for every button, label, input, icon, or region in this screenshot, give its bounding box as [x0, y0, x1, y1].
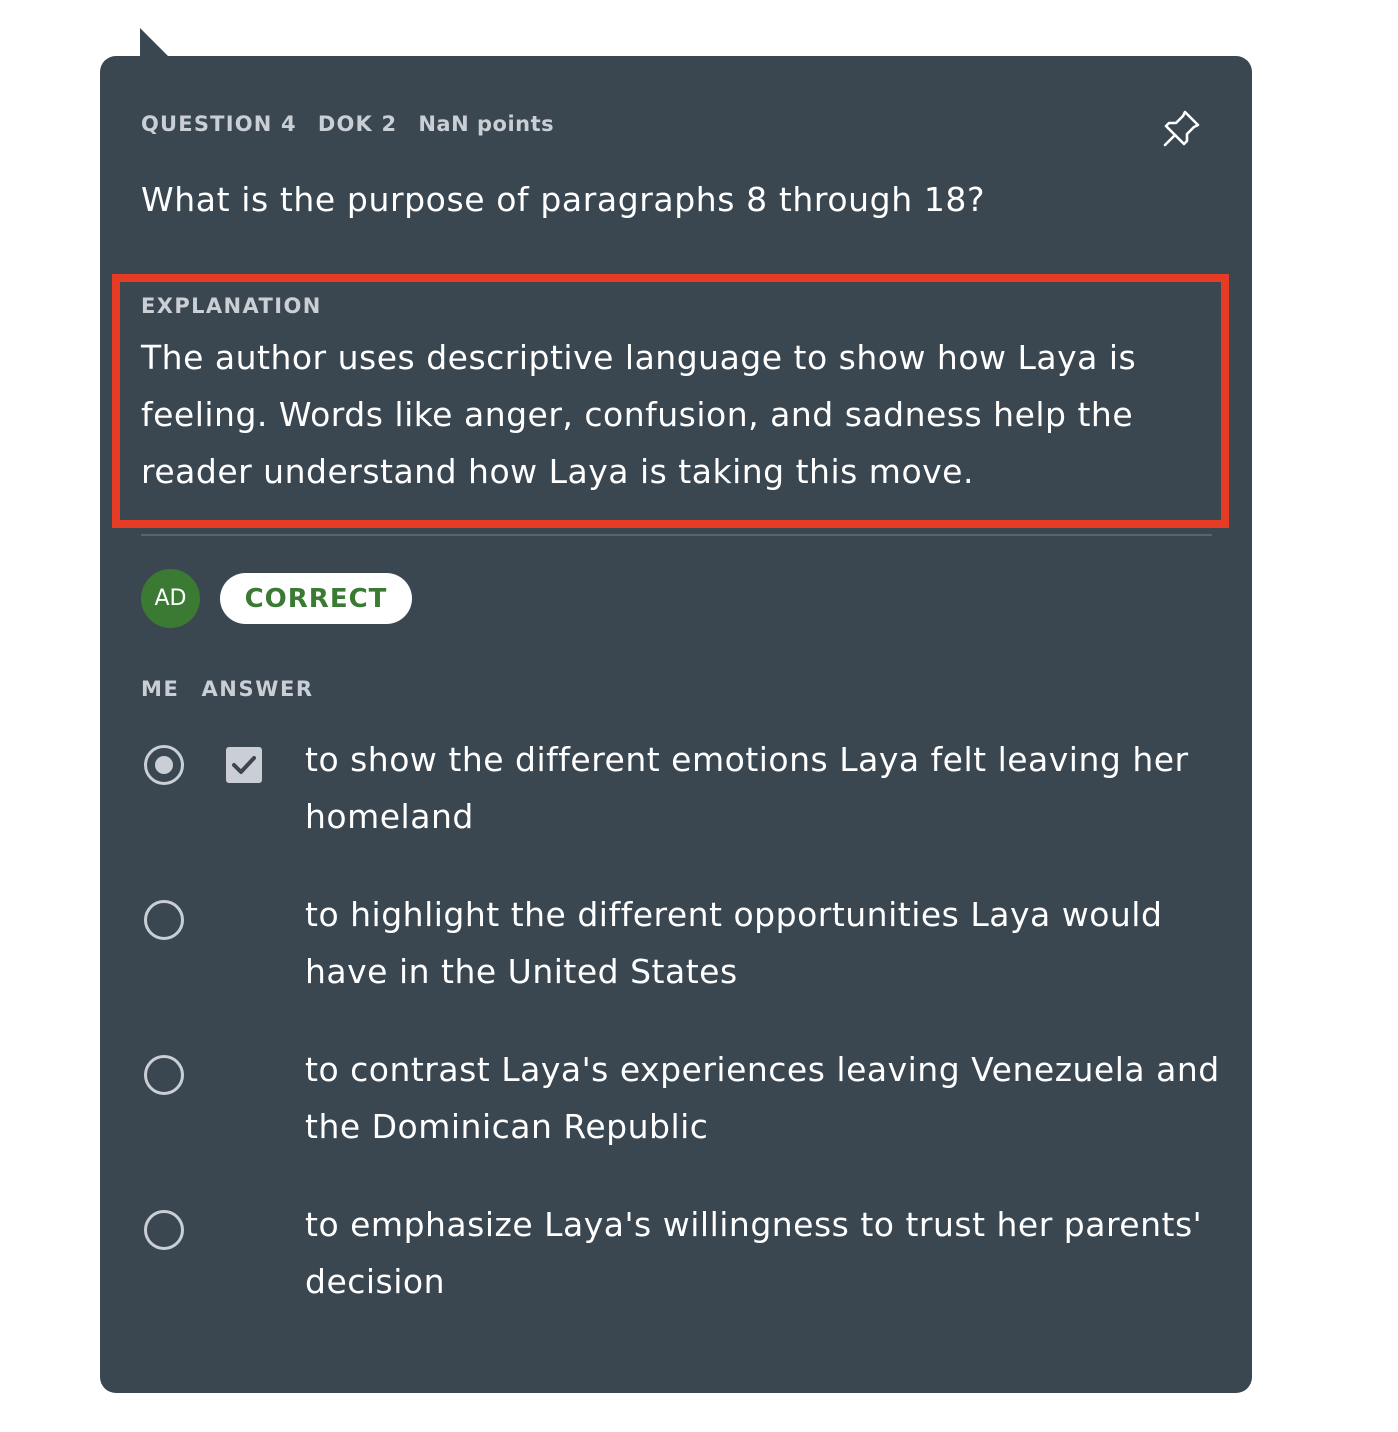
answer-option-text: to contrast Laya's experiences leaving V… — [305, 1050, 1220, 1146]
dok-level: DOK 2 — [317, 112, 398, 136]
divider — [141, 534, 1212, 536]
checkmark-icon — [232, 756, 256, 774]
question-card: QUESTION 4 DOK 2 NaN points What is the … — [100, 56, 1252, 1393]
points-label: NaN points — [418, 112, 555, 136]
answer-column-header: ANSWER — [201, 677, 314, 701]
explanation-text: The author uses descriptive language to … — [141, 338, 1137, 491]
card-pointer — [140, 28, 170, 58]
radio-button[interactable] — [144, 1055, 184, 1095]
answer-option-text: to highlight the different opportunities… — [305, 895, 1163, 991]
status-badge: CORRECT — [220, 573, 412, 624]
question-number: QUESTION 4 — [141, 112, 297, 136]
answer-option-text: to show the different emotions Laya felt… — [305, 740, 1189, 836]
radio-button[interactable] — [144, 1210, 184, 1250]
correct-answer-checkbox — [226, 747, 262, 783]
answer-column-headers: ME ANSWER — [141, 677, 314, 701]
answer-option-text: to emphasize Laya's willingness to trust… — [305, 1205, 1203, 1301]
radio-button[interactable] — [144, 900, 184, 940]
question-text: What is the purpose of paragraphs 8 thro… — [141, 180, 986, 219]
avatar: AD — [141, 569, 200, 628]
me-column-header: ME — [141, 677, 180, 701]
question-meta: QUESTION 4 DOK 2 NaN points — [141, 112, 554, 136]
pushpin-icon[interactable] — [1158, 104, 1206, 152]
explanation-label: EXPLANATION — [141, 294, 322, 318]
page: QUESTION 4 DOK 2 NaN points What is the … — [0, 0, 1398, 1432]
radio-button-selected[interactable] — [144, 745, 184, 785]
